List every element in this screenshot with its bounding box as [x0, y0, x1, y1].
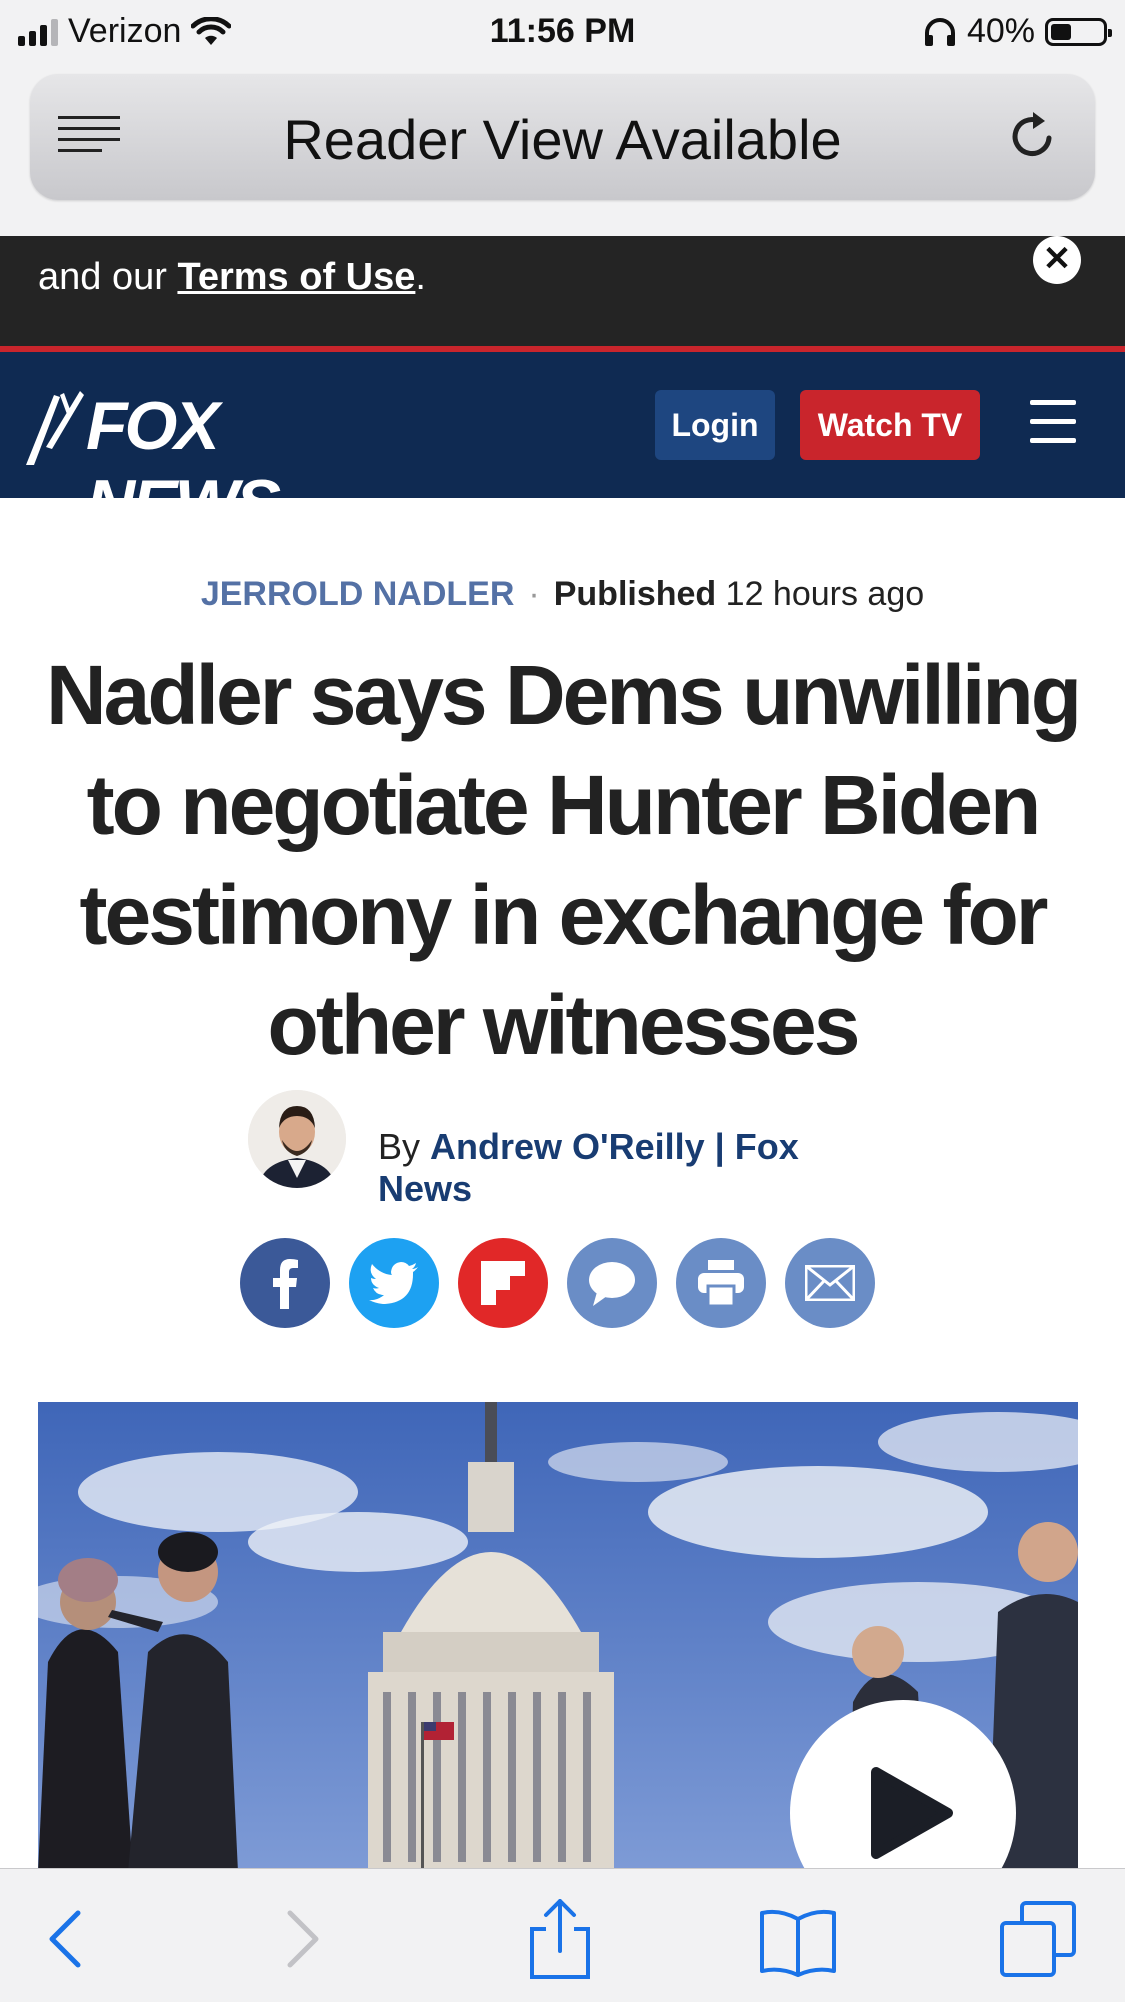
- share-icon[interactable]: [520, 1899, 600, 1979]
- article-headline: Nadler says Dems unwilling to negotiate …: [45, 648, 1082, 1072]
- login-button[interactable]: Login: [655, 390, 775, 460]
- battery-icon: [1045, 17, 1112, 46]
- cut-off-text-line: [30, 236, 950, 243]
- tabs-icon[interactable]: [998, 1899, 1078, 1979]
- reader-view-label[interactable]: Reader View Available: [30, 107, 1095, 172]
- by-label: By: [378, 1126, 421, 1167]
- byline-text: By Andrew O'Reilly | Fox News: [378, 1126, 888, 1210]
- twitter-share-button[interactable]: [349, 1238, 439, 1328]
- status-bar: Verizon 11:56 PM 40%: [0, 0, 1125, 64]
- flipboard-icon: [481, 1261, 525, 1305]
- byline: By Andrew O'Reilly | Fox News: [248, 1090, 888, 1209]
- published-label: Published: [553, 575, 717, 613]
- terms-of-use-link[interactable]: Terms of Use: [177, 256, 415, 298]
- print-button[interactable]: [676, 1238, 766, 1328]
- fox-news-logo[interactable]: FOX NEWS: [24, 387, 414, 542]
- published-time: 12 hours ago: [725, 575, 925, 613]
- battery-percent: 40%: [966, 12, 1035, 50]
- cookie-banner: and our Terms of Use. ✕: [0, 236, 1125, 346]
- facebook-icon: [273, 1259, 298, 1309]
- reload-icon[interactable]: [1005, 108, 1061, 164]
- menu-icon[interactable]: [1030, 400, 1076, 448]
- twitter-icon: [369, 1262, 418, 1304]
- back-icon[interactable]: [26, 1899, 106, 1979]
- comment-button[interactable]: [567, 1238, 657, 1328]
- category-link[interactable]: JERROLD NADLER: [201, 575, 515, 613]
- status-right: 40%: [923, 12, 1112, 51]
- email-icon: [805, 1265, 855, 1301]
- email-share-button[interactable]: [785, 1238, 875, 1328]
- article-meta: JERROLD NADLER · Published 12 hours ago: [0, 575, 1125, 614]
- watch-tv-button[interactable]: Watch TV: [800, 390, 980, 460]
- cookie-banner-text: and our Terms of Use.: [38, 256, 426, 298]
- logo-wordmark: FOX NEWS: [86, 388, 281, 542]
- share-bar: [240, 1238, 875, 1328]
- logo-searchlight-icon: [26, 391, 84, 465]
- comment-icon: [589, 1262, 635, 1306]
- address-bar[interactable]: Reader View Available: [30, 74, 1095, 200]
- forward-icon[interactable]: [262, 1899, 342, 1979]
- browser-toolbar: [0, 1868, 1125, 2002]
- cookie-close-button[interactable]: ✕: [1033, 236, 1081, 284]
- facebook-share-button[interactable]: [240, 1238, 330, 1328]
- site-header: FOX NEWS Login Watch TV: [0, 352, 1125, 542]
- meta-separator: ·: [528, 575, 540, 613]
- author-link[interactable]: Andrew O'Reilly | Fox News: [378, 1126, 799, 1209]
- browser-chrome: Reader View Available: [0, 64, 1125, 236]
- author-avatar[interactable]: [248, 1090, 346, 1188]
- flipboard-share-button[interactable]: [458, 1238, 548, 1328]
- bookmarks-icon[interactable]: [758, 1899, 838, 1979]
- headphones-icon: [924, 17, 955, 46]
- print-icon: [698, 1260, 744, 1306]
